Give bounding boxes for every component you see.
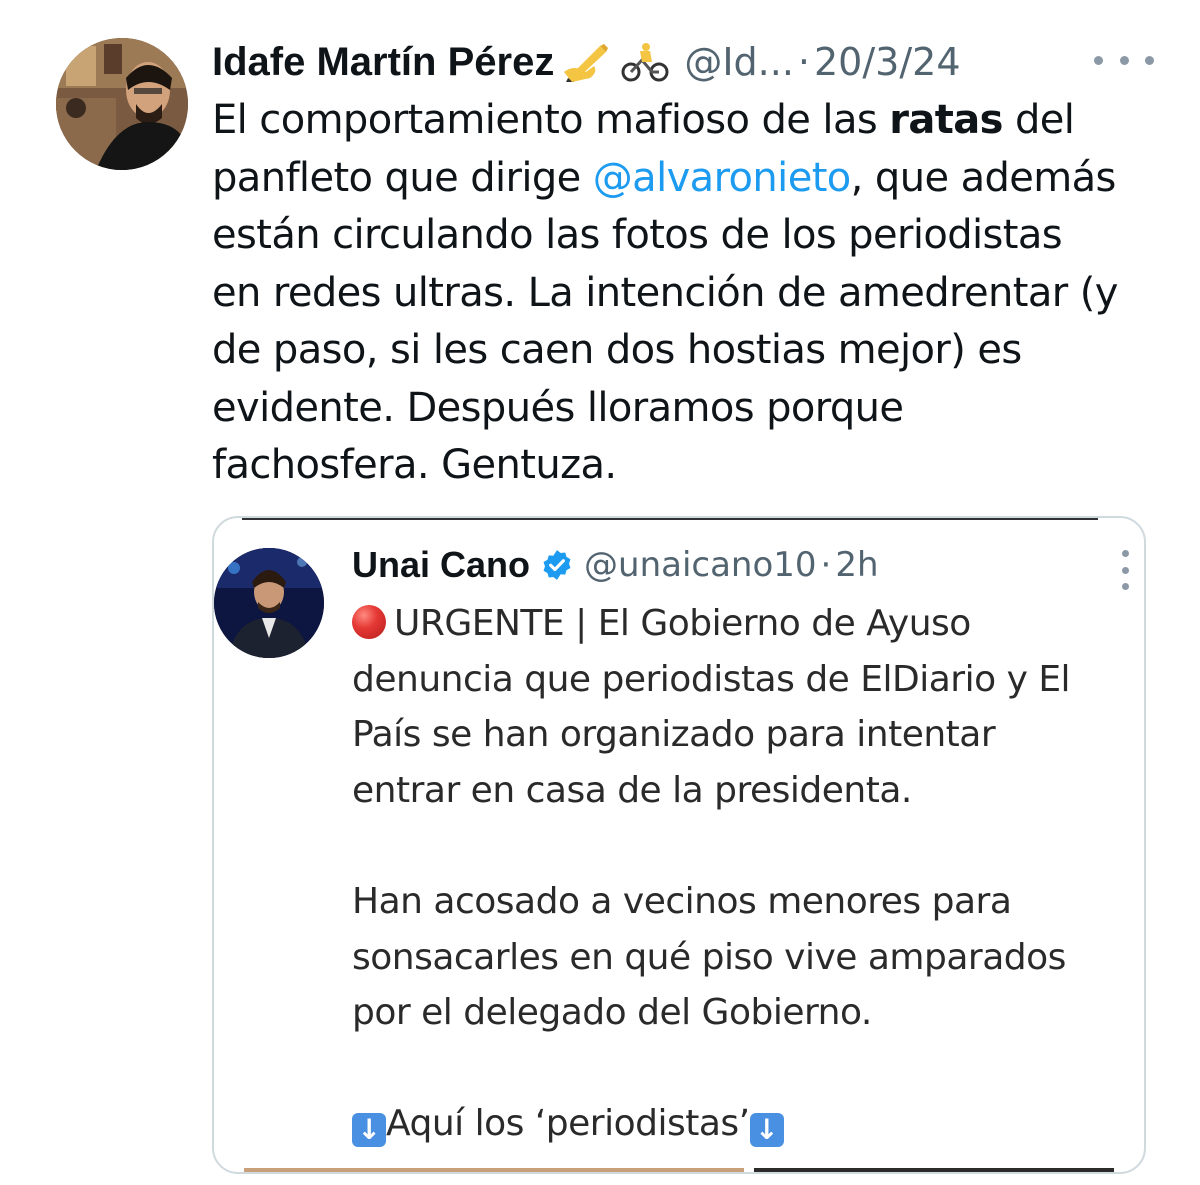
media-thumb-edge	[244, 1168, 744, 1172]
quoted-text-line: País se han organizado para intentar	[352, 714, 996, 756]
quote-top-divider	[242, 518, 1098, 520]
quoted-author-handle[interactable]: @unaicano10	[584, 545, 817, 585]
quoted-tweet-time[interactable]: 2h	[835, 545, 878, 585]
writing-hand-icon	[564, 42, 610, 82]
bold-word: ratas	[889, 97, 1003, 143]
more-vertical-icon[interactable]	[1120, 550, 1130, 590]
quoted-text-line: denuncia que periodistas de ElDiario y E…	[352, 658, 1071, 700]
quoted-tweet-card[interactable]: Unai Cano @unaicano10 · 2h URGENTE | El …	[212, 516, 1146, 1174]
tweet[interactable]: Idafe Martín Pérez @Id... · 20/3/24 El c…	[0, 0, 1200, 1185]
quoted-author-avatar[interactable]	[214, 548, 324, 658]
tweet-date[interactable]: 20/3/24	[814, 40, 961, 84]
text-segment: , que además	[850, 154, 1117, 201]
more-horizontal-icon[interactable]	[1094, 48, 1154, 72]
quoted-text-line: ↓ Aquí los ‘periodistas’ ↓	[352, 1096, 1132, 1152]
quoted-text-line: por el delegado del Gobierno.	[352, 992, 872, 1034]
mention-link[interactable]: @alvaronieto	[593, 155, 851, 201]
tweet-text: El comportamiento mafioso de las ratas d…	[212, 92, 1172, 495]
quoted-tweet-text: URGENTE | El Gobierno de Ayuso denuncia …	[352, 596, 1132, 1152]
quoted-tweet-header: Unai Cano @unaicano10 · 2h	[352, 540, 879, 590]
tweet-text-line: El comportamiento mafioso de las ratas d…	[212, 92, 1172, 150]
tweet-text-line: en redes ultras. La intención de amedren…	[212, 269, 1118, 316]
quoted-text-line: entrar en casa de la presidenta.	[352, 769, 912, 811]
cyclist-icon	[620, 42, 670, 82]
header-separator: ·	[797, 40, 810, 84]
tweet-text-line: fachosfera. Gentuza.	[212, 442, 617, 488]
quoted-text-line: Han acosado a vecinos menores para	[352, 880, 1012, 922]
tweet-header: Idafe Martín Pérez @Id... · 20/3/24	[212, 34, 961, 90]
media-thumb-edge	[754, 1168, 1114, 1172]
text-segment: del	[1002, 97, 1075, 143]
quoted-header-separator: ·	[820, 545, 832, 585]
tweet-text-line: están circulando las fotos de los period…	[212, 212, 1063, 258]
red-circle-icon	[352, 605, 386, 639]
media-preview-edge	[214, 1166, 1144, 1172]
author-display-name[interactable]: Idafe Martín Pérez	[212, 40, 554, 85]
quoted-author-name[interactable]: Unai Cano	[352, 544, 530, 586]
verified-badge-icon	[540, 548, 574, 582]
down-arrow-icon: ↓	[749, 1113, 784, 1148]
tweet-text-line: evidente. Después lloramos porque	[212, 384, 904, 431]
text-segment: El comportamiento mafioso de las	[212, 97, 890, 143]
tweet-text-line: de paso, si les caen dos hostias mejor) …	[212, 327, 1022, 373]
down-arrow-icon: ↓	[352, 1113, 386, 1148]
quoted-text-line: URGENTE | El Gobierno de Ayuso	[352, 596, 1132, 652]
text-segment: Aquí los ‘periodistas’	[386, 1103, 750, 1145]
author-handle[interactable]: @Id...	[684, 40, 794, 84]
author-avatar[interactable]	[56, 38, 188, 170]
tweet-text-line: panfleto que dirige @alvaronieto, que ad…	[212, 150, 1172, 208]
text-segment: panfleto que dirige	[212, 154, 593, 201]
quoted-text-line: sonsacarles en qué piso vive amparados	[352, 936, 1066, 978]
text-segment: URGENTE | El Gobierno de Ayuso	[394, 603, 971, 644]
